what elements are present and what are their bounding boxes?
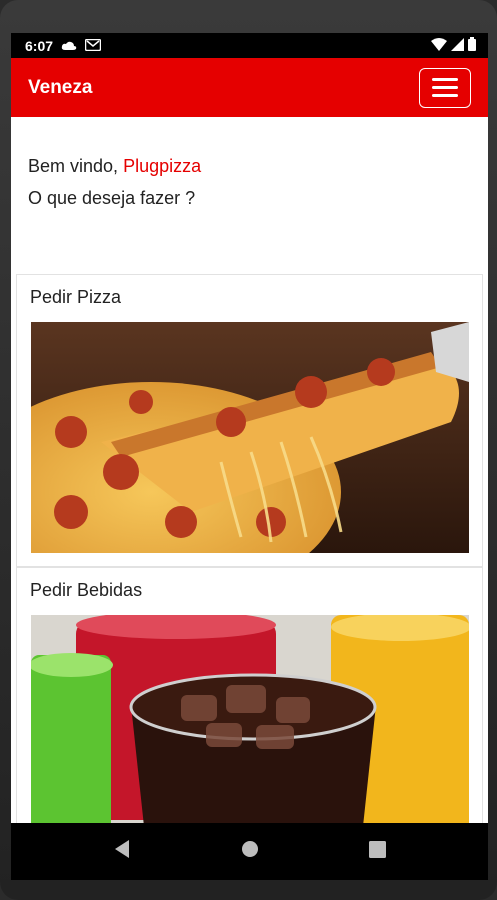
order-drinks-title: Pedir Bebidas (30, 580, 143, 600)
welcome-line: Bem vindo, Plugpizza (28, 150, 471, 182)
back-triangle-icon[interactable] (113, 839, 131, 864)
main-content: Bem vindo, Plugpizza O que deseja fazer … (11, 117, 488, 823)
phone-screen: 6:07 Veneza Bem vindo, Plugpizza O que d… (11, 33, 488, 880)
app-bar: Veneza (11, 58, 488, 117)
home-circle-icon[interactable] (241, 840, 259, 863)
recents-square-icon[interactable] (369, 840, 386, 863)
order-drinks-card[interactable]: Pedir Bebidas (16, 567, 483, 823)
order-pizza-title: Pedir Pizza (30, 287, 122, 307)
status-time: 6:07 (25, 37, 54, 54)
menu-button[interactable] (419, 67, 471, 108)
welcome-username: Plugpizza (123, 156, 202, 176)
welcome-section: Bem vindo, Plugpizza O que deseja fazer … (11, 117, 488, 214)
app-title: Veneza (28, 76, 93, 98)
phone-frame: 6:07 Veneza Bem vindo, Plugpizza O que d… (0, 0, 497, 900)
pizza-image[interactable] (31, 322, 469, 553)
hamburger-menu-icon (432, 78, 458, 81)
order-pizza-card[interactable]: Pedir Pizza (16, 274, 483, 567)
signal-icon (451, 37, 464, 54)
drinks-image[interactable] (31, 615, 469, 823)
wifi-icon (431, 37, 447, 54)
welcome-greeting: Bem vindo, (28, 156, 119, 176)
system-nav-bar (11, 823, 488, 880)
battery-icon (468, 37, 476, 54)
welcome-question: O que deseja fazer ? (28, 188, 196, 208)
cloud-icon (61, 38, 77, 54)
status-bar: 6:07 (11, 33, 488, 58)
gmail-icon (84, 38, 102, 54)
